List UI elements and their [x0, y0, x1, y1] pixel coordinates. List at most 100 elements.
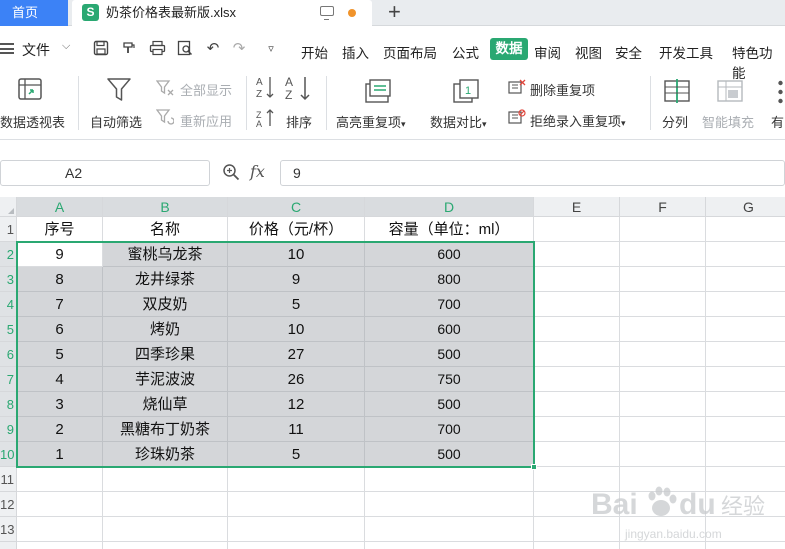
- menu-formulas[interactable]: 公式: [452, 42, 479, 62]
- cell[interactable]: [365, 467, 534, 492]
- data-cell[interactable]: 6: [17, 317, 103, 342]
- row-header-4[interactable]: 4: [0, 292, 17, 317]
- column-header-e[interactable]: E: [534, 197, 620, 217]
- data-cell[interactable]: 双皮奶: [103, 292, 228, 317]
- data-cell[interactable]: 烤奶: [103, 317, 228, 342]
- cell[interactable]: [534, 292, 620, 317]
- cell[interactable]: [620, 392, 706, 417]
- sort-custom-icon[interactable]: ZA: [255, 108, 275, 131]
- cell[interactable]: [365, 542, 534, 549]
- data-cell[interactable]: 700: [365, 292, 534, 317]
- cell[interactable]: [620, 317, 706, 342]
- menu-insert[interactable]: 插入: [342, 42, 369, 62]
- data-cell[interactable]: 9: [228, 267, 365, 292]
- cell[interactable]: [620, 217, 706, 242]
- data-cell[interactable]: 龙井绿茶: [103, 267, 228, 292]
- data-cell[interactable]: 芋泥波波: [103, 367, 228, 392]
- data-cell[interactable]: 珍珠奶茶: [103, 442, 228, 467]
- row-header-6[interactable]: 6: [0, 342, 17, 367]
- row-header-8[interactable]: 8: [0, 392, 17, 417]
- name-box[interactable]: A2: [0, 160, 210, 186]
- ribbon-overflow-label[interactable]: 有: [771, 112, 784, 131]
- split-column-button[interactable]: [663, 78, 691, 107]
- cell[interactable]: [620, 442, 706, 467]
- cell[interactable]: [534, 417, 620, 442]
- row-header-5[interactable]: 5: [0, 317, 17, 342]
- cell[interactable]: [17, 492, 103, 517]
- column-header-c[interactable]: C: [228, 197, 365, 217]
- cell[interactable]: [706, 417, 785, 442]
- row-header-10[interactable]: 10: [0, 442, 17, 467]
- menu-home[interactable]: 开始: [301, 42, 328, 62]
- data-cell[interactable]: 5: [228, 292, 365, 317]
- sort-ascending-icon[interactable]: AZ: [255, 74, 275, 103]
- cell[interactable]: [706, 342, 785, 367]
- fx-insert-function-icon[interactable]: fx: [250, 162, 265, 181]
- data-cell[interactable]: 10: [228, 317, 365, 342]
- data-cell[interactable]: 27: [228, 342, 365, 367]
- menu-view[interactable]: 视图: [575, 42, 602, 62]
- row-header-1[interactable]: 1: [0, 217, 17, 242]
- fill-handle[interactable]: [531, 464, 537, 470]
- data-compare-button[interactable]: 1: [452, 78, 480, 107]
- cell[interactable]: [706, 317, 785, 342]
- cell[interactable]: [228, 492, 365, 517]
- cell[interactable]: [534, 242, 620, 267]
- smart-fill-button[interactable]: [716, 78, 744, 107]
- data-cell[interactable]: 3: [17, 392, 103, 417]
- header-cell[interactable]: 名称: [103, 217, 228, 242]
- data-cell[interactable]: 800: [365, 267, 534, 292]
- cell[interactable]: [706, 242, 785, 267]
- cell[interactable]: [228, 542, 365, 549]
- data-cell[interactable]: 750: [365, 367, 534, 392]
- data-cell[interactable]: 700: [365, 417, 534, 442]
- redo-icon[interactable]: ↷: [230, 40, 248, 58]
- menu-data[interactable]: 数据: [490, 38, 528, 60]
- cell[interactable]: [103, 467, 228, 492]
- cell[interactable]: [620, 267, 706, 292]
- menu-review[interactable]: 审阅: [534, 42, 561, 62]
- column-header-f[interactable]: F: [620, 197, 706, 217]
- data-cell[interactable]: 9: [17, 242, 103, 267]
- cell[interactable]: [534, 367, 620, 392]
- show-all-label[interactable]: 全部显示: [180, 80, 232, 99]
- cell[interactable]: [620, 242, 706, 267]
- cell[interactable]: [534, 392, 620, 417]
- reject-duplicates-label[interactable]: 拒绝录入重复项▾: [530, 111, 626, 130]
- cell[interactable]: [228, 517, 365, 542]
- undo-icon[interactable]: ↶: [204, 40, 222, 58]
- header-cell[interactable]: 容量（单位：ml）: [365, 217, 534, 242]
- cell[interactable]: [365, 517, 534, 542]
- menu-page-layout[interactable]: 页面布局: [383, 42, 437, 62]
- menu-developer[interactable]: 开发工具: [659, 42, 713, 62]
- data-cell[interactable]: 蜜桃乌龙茶: [103, 242, 228, 267]
- column-header-g[interactable]: G: [706, 197, 785, 217]
- data-cell[interactable]: 1: [17, 442, 103, 467]
- customize-toolbar-icon[interactable]: ▿: [262, 40, 280, 58]
- cell[interactable]: [103, 517, 228, 542]
- cell[interactable]: [620, 342, 706, 367]
- new-tab-button[interactable]: +: [388, 0, 401, 24]
- show-all-icon[interactable]: [155, 79, 174, 100]
- cell[interactable]: [620, 417, 706, 442]
- data-cell[interactable]: 11: [228, 417, 365, 442]
- chevron-down-icon[interactable]: ⌵: [62, 40, 70, 53]
- row-header-9[interactable]: 9: [0, 417, 17, 442]
- smart-fill-label[interactable]: 智能填充: [702, 112, 754, 131]
- row-header-11[interactable]: 11: [0, 467, 17, 492]
- sort-label[interactable]: 排序: [286, 112, 312, 131]
- cell[interactable]: [706, 267, 785, 292]
- column-header-d[interactable]: D: [365, 197, 534, 217]
- data-cell[interactable]: 500: [365, 342, 534, 367]
- data-cell[interactable]: 12: [228, 392, 365, 417]
- cell[interactable]: [228, 467, 365, 492]
- data-cell[interactable]: 黑糖布丁奶茶: [103, 417, 228, 442]
- data-cell[interactable]: 5: [228, 442, 365, 467]
- formula-input[interactable]: 9: [280, 160, 785, 186]
- tab-home[interactable]: 首页: [0, 0, 68, 26]
- cell[interactable]: [103, 492, 228, 517]
- row-header-14[interactable]: 14: [0, 542, 17, 549]
- column-header-a[interactable]: A: [17, 197, 103, 217]
- sort-descending-icon[interactable]: AZ: [284, 74, 312, 105]
- cell[interactable]: [706, 392, 785, 417]
